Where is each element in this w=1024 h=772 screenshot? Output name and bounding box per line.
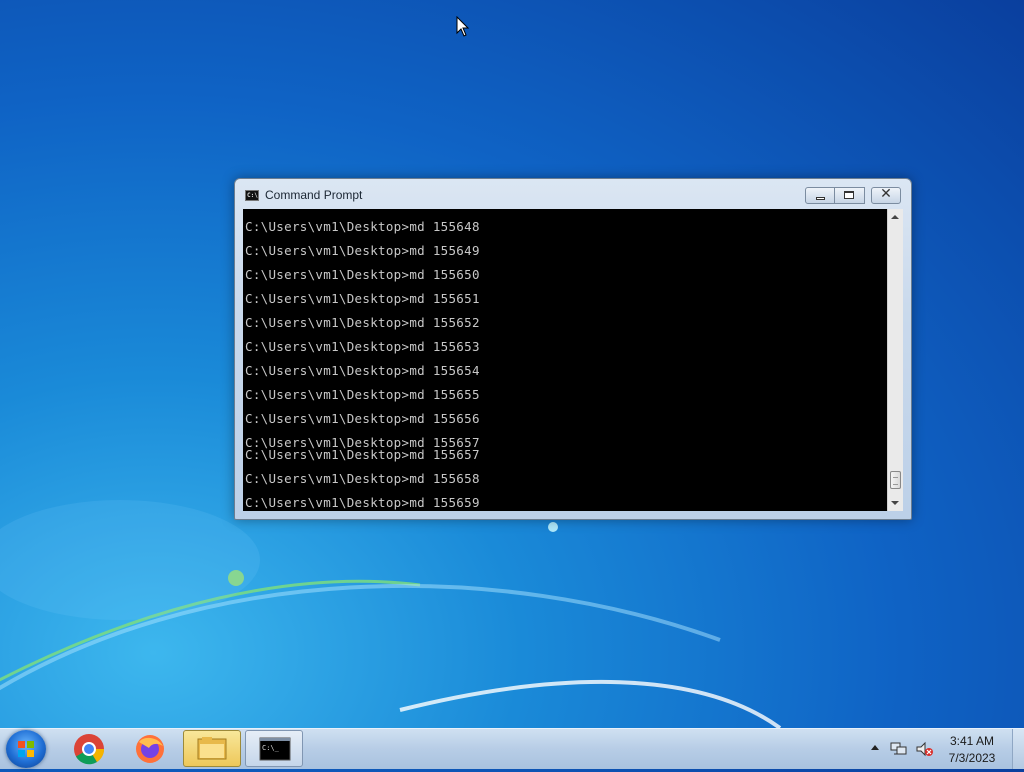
cmd-icon: C:\_ xyxy=(259,737,291,761)
console-line: C:\Users\vm1\Desktop>md 155659 xyxy=(245,495,480,510)
console-output[interactable]: C:\Users\vm1\Desktop>md 155648 C:\Users\… xyxy=(243,209,887,511)
console-line: C:\Users\vm1\Desktop>md 155655 xyxy=(245,387,480,402)
console-line: C:\Users\vm1\Desktop>md 155654 xyxy=(245,363,480,378)
window-title: Command Prompt xyxy=(265,188,363,202)
desktop[interactable]: C:\ Command Prompt ✕ C:\Users\vm1\Deskto… xyxy=(0,0,1024,728)
scroll-thumb[interactable] xyxy=(890,471,901,489)
maximize-button[interactable] xyxy=(835,187,865,204)
clock-time[interactable]: 3:41 AM xyxy=(942,734,1002,748)
scroll-down-arrow-icon[interactable] xyxy=(891,501,899,505)
console-line: C:\Users\vm1\Desktop>md 155658 xyxy=(245,471,480,486)
windows-start-icon xyxy=(18,741,34,757)
console-line: C:\Users\vm1\Desktop>md 155649 xyxy=(245,243,480,258)
taskbar-firefox-button[interactable] xyxy=(121,730,179,767)
start-button[interactable] xyxy=(6,730,46,768)
console-line: C:\Users\vm1\Desktop>md 155648 xyxy=(245,219,480,234)
window-titlebar[interactable]: C:\ Command Prompt ✕ xyxy=(235,179,911,209)
vertical-scrollbar[interactable] xyxy=(887,209,903,511)
chrome-icon xyxy=(74,734,105,765)
file-explorer-icon xyxy=(197,737,227,760)
svg-text:C:\_: C:\_ xyxy=(262,744,280,752)
system-tray: 3:41 AM 7/3/2023 xyxy=(860,729,1024,769)
taskbar: C:\_ 3:41 AM 7/3/2023 xyxy=(0,728,1024,769)
minimize-button[interactable] xyxy=(805,187,835,204)
console-line: C:\Users\vm1\Desktop>md 155657 xyxy=(245,447,480,462)
taskbar-cmd-button[interactable]: C:\_ xyxy=(245,730,303,767)
mouse-cursor xyxy=(456,16,470,37)
clock-date[interactable]: 7/3/2023 xyxy=(942,751,1002,765)
show-desktop-button[interactable] xyxy=(1012,729,1024,769)
command-prompt-window[interactable]: C:\ Command Prompt ✕ C:\Users\vm1\Deskto… xyxy=(234,178,912,520)
console-line: C:\Users\vm1\Desktop>md 155651 xyxy=(245,291,480,306)
taskbar-chrome-button[interactable] xyxy=(60,730,118,767)
scroll-up-arrow-icon[interactable] xyxy=(891,215,899,219)
console-line: C:\Users\vm1\Desktop>md 155650 xyxy=(245,267,480,282)
show-hidden-icons-arrow[interactable] xyxy=(871,745,879,750)
taskbar-explorer-button[interactable] xyxy=(183,730,241,767)
firefox-icon xyxy=(136,735,164,763)
volume-muted-icon[interactable] xyxy=(915,741,933,757)
cmd-icon[interactable]: C:\ xyxy=(245,190,259,201)
console-line: C:\Users\vm1\Desktop>md 155653 xyxy=(245,339,480,354)
console-line: C:\Users\vm1\Desktop>md 155652 xyxy=(245,315,480,330)
close-icon: ✕ xyxy=(880,186,892,202)
network-icon[interactable] xyxy=(890,741,908,757)
console-line: C:\Users\vm1\Desktop>md 155656 xyxy=(245,411,480,426)
close-button[interactable]: ✕ xyxy=(871,186,901,204)
